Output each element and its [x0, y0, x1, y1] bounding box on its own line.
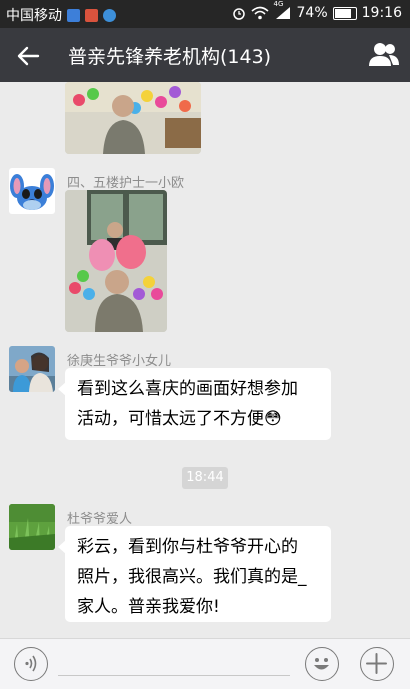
- alarm-icon: [232, 8, 245, 20]
- status-bar: 中国移动 4G 74% 19:16: [0, 0, 410, 28]
- message-input[interactable]: [58, 675, 290, 676]
- voice-icon[interactable]: [14, 647, 48, 681]
- message-line: 照片，我很高兴。我们真的是_: [77, 567, 307, 587]
- group-members-icon[interactable]: [368, 40, 400, 70]
- avatar[interactable]: [9, 168, 55, 214]
- sender-name: 四、五楼护士一小欧: [67, 176, 185, 191]
- signal-icon: 4G: [274, 0, 292, 20]
- input-bar: [0, 638, 410, 689]
- emoji-icon[interactable]: [305, 647, 339, 681]
- notification-app-icon: [67, 8, 80, 22]
- carrier-label: 中国移动: [6, 8, 62, 24]
- timestamp-divider: 18:44: [182, 467, 228, 489]
- avatar[interactable]: [9, 346, 55, 392]
- notification-app-icon: [103, 8, 116, 22]
- sender-name: 杜爷爷爱人: [67, 512, 133, 527]
- wifi-icon: [250, 6, 269, 20]
- back-arrow-icon[interactable]: [14, 42, 42, 70]
- plus-icon[interactable]: [360, 647, 394, 681]
- blushing-emoji-icon: 😳: [264, 409, 282, 429]
- message-line: 活动，可惜太远了不方便: [77, 409, 264, 429]
- battery-percent: 74%: [296, 5, 328, 21]
- chat-title: 普亲先锋养老机构(143): [68, 46, 272, 68]
- chat-header: 普亲先锋养老机构(143): [0, 28, 410, 82]
- avatar[interactable]: [9, 504, 55, 550]
- message-line: 彩云，看到你与杜爷爷开心的: [77, 537, 298, 557]
- message-list[interactable]: 四、五楼护士一小欧 徐庚生爷爷小女儿 看到这么喜庆的画面好想参加 活动，可惜太远…: [0, 82, 410, 638]
- battery-icon: [332, 6, 357, 20]
- message-image[interactable]: [65, 82, 201, 154]
- message-image[interactable]: [65, 190, 167, 332]
- message-bubble[interactable]: 看到这么喜庆的画面好想参加 活动，可惜太远了不方便😳: [58, 368, 331, 440]
- message-line: 家人。普亲我爱你!: [77, 597, 220, 617]
- message-line: 看到这么喜庆的画面好想参加: [77, 379, 298, 399]
- clock: 19:16: [361, 5, 402, 21]
- message-bubble[interactable]: 彩云，看到你与杜爷爷开心的 照片，我很高兴。我们真的是_ 家人。普亲我爱你!: [58, 526, 331, 622]
- sender-name: 徐庚生爷爷小女儿: [67, 354, 172, 369]
- notification-app-icon: [85, 8, 98, 22]
